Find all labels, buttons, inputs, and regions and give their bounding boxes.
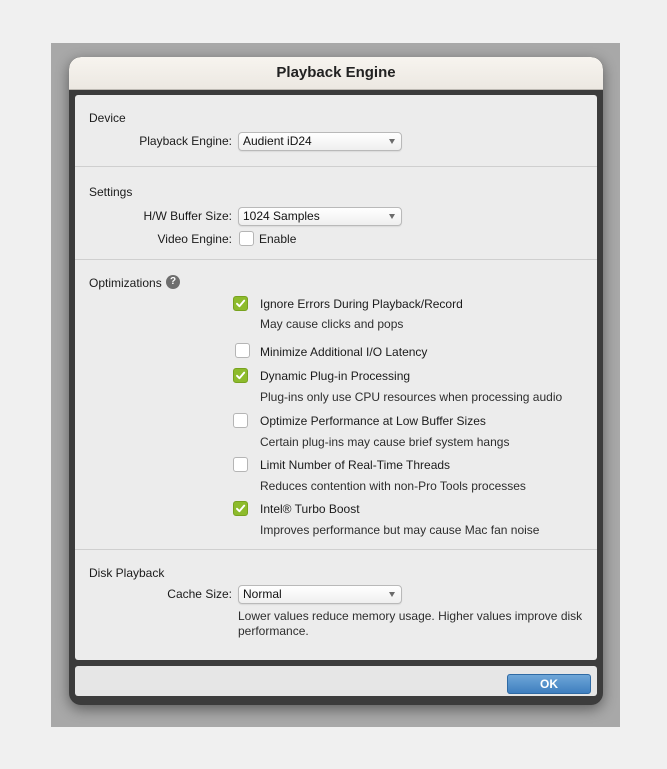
ok-button[interactable]: OK <box>507 674 591 694</box>
checkmark-icon <box>236 504 246 513</box>
limit-threads-label: Limit Number of Real-Time Threads <box>260 458 451 472</box>
settings-section-title: Settings <box>89 185 133 199</box>
limit-threads-checkbox[interactable] <box>233 457 248 472</box>
dynamic-plugin-checkbox[interactable] <box>233 368 248 383</box>
optimize-low-buffer-description: Certain plug-ins may cause brief system … <box>260 435 510 449</box>
checkmark-icon <box>236 299 246 308</box>
turbo-boost-label: Intel® Turbo Boost <box>260 502 360 516</box>
chevron-down-icon <box>389 214 395 219</box>
dialog-content: Device Playback Engine: Audient iD24 Set… <box>75 95 597 660</box>
video-engine-checkbox[interactable] <box>239 231 254 246</box>
playback-engine-value: Audient iD24 <box>243 134 312 148</box>
disk-playback-section-title: Disk Playback <box>89 566 165 580</box>
minimize-latency-checkbox[interactable] <box>235 343 250 358</box>
divider <box>75 166 597 167</box>
cache-size-value: Normal <box>243 587 282 601</box>
limit-threads-description: Reduces contention with non-Pro Tools pr… <box>260 479 526 493</box>
ignore-errors-label: Ignore Errors During Playback/Record <box>260 297 463 311</box>
checkmark-icon <box>236 371 246 380</box>
divider <box>75 259 597 260</box>
help-icon[interactable]: ? <box>166 275 180 289</box>
dialog-title: Playback Engine <box>69 57 603 90</box>
playback-engine-label: Playback Engine: <box>139 134 232 148</box>
chevron-down-icon <box>389 139 395 144</box>
buffer-size-label: H/W Buffer Size: <box>143 209 232 223</box>
video-engine-enable-label: Enable <box>259 232 297 246</box>
playback-engine-select[interactable]: Audient iD24 <box>238 132 402 151</box>
chevron-down-icon <box>389 592 395 597</box>
turbo-boost-description: Improves performance but may cause Mac f… <box>260 523 540 537</box>
device-section-title: Device <box>89 111 126 125</box>
divider <box>75 549 597 550</box>
cache-size-label: Cache Size: <box>167 587 232 601</box>
optimizations-section-title: Optimizations <box>89 276 162 290</box>
cache-note-line2: performance. <box>238 624 309 638</box>
ignore-errors-checkbox[interactable] <box>233 296 248 311</box>
buffer-size-value: 1024 Samples <box>243 209 320 223</box>
dynamic-plugin-description: Plug-ins only use CPU resources when pro… <box>260 390 563 404</box>
ignore-errors-description: May cause clicks and pops <box>260 317 404 331</box>
video-engine-label: Video Engine: <box>157 232 232 246</box>
dialog-footer: OK <box>75 666 597 696</box>
cache-note-line1: Lower values reduce memory usage. Higher… <box>238 609 583 623</box>
buffer-size-select[interactable]: 1024 Samples <box>238 207 402 226</box>
cache-size-select[interactable]: Normal <box>238 585 402 604</box>
minimize-latency-label: Minimize Additional I/O Latency <box>260 345 428 359</box>
playback-engine-dialog: Playback Engine Device Playback Engine: … <box>69 57 603 705</box>
dynamic-plugin-label: Dynamic Plug-in Processing <box>260 369 411 383</box>
turbo-boost-checkbox[interactable] <box>233 501 248 516</box>
optimize-low-buffer-label: Optimize Performance at Low Buffer Sizes <box>260 414 486 428</box>
optimize-low-buffer-checkbox[interactable] <box>233 413 248 428</box>
